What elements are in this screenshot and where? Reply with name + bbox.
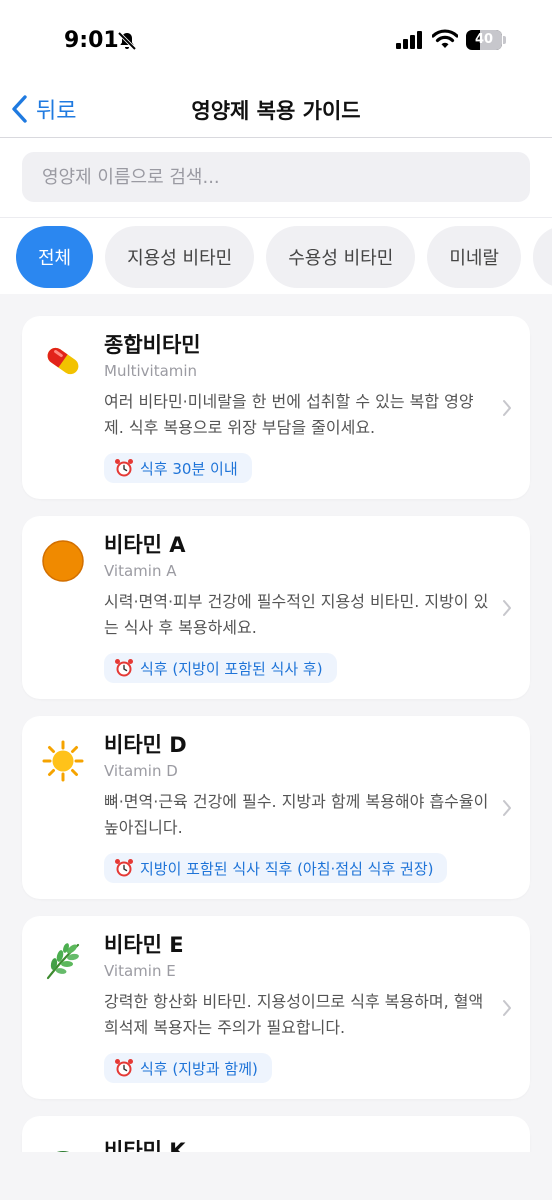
card-title: 비타민 D xyxy=(104,733,187,757)
alarm-clock-icon xyxy=(115,859,133,877)
alarm-clock-icon xyxy=(115,459,133,477)
card-title: 종합비타민 xyxy=(104,333,201,357)
battery-body: 40 xyxy=(466,30,502,50)
alarm-clock-icon xyxy=(115,1059,133,1077)
supplement-card-multivitamin[interactable]: 종합비타민 Multivitamin 여러 비타민·미네랄을 한 번에 섭취할 … xyxy=(22,316,530,499)
wifi-icon xyxy=(432,29,458,48)
timing-text: 식후 30분 이내 xyxy=(140,459,238,478)
status-time: 9:01 xyxy=(64,28,119,53)
supplement-card-vitamin-a[interactable]: 비타민 A Vitamin A 시력·면역·피부 건강에 필수적인 지용성 비타… xyxy=(22,516,530,699)
bell-slash-icon xyxy=(117,31,137,51)
card-description: 시력·면역·피부 건강에 필수적인 지용성 비타민. 지방이 있는 식사 후 복… xyxy=(104,592,489,637)
alarm-clock-icon xyxy=(115,659,133,677)
herb-icon xyxy=(42,940,84,982)
card-title: 비타민 A xyxy=(104,533,186,557)
supplement-card-vitamin-d[interactable]: 비타민 D Vitamin D 뼈·면역·근육 건강에 필수. 지방과 함께 복… xyxy=(22,716,530,899)
search-input[interactable] xyxy=(22,152,530,202)
search-section xyxy=(0,138,552,218)
timing-badge: 식후 (지방이 포함된 식사 후) xyxy=(104,653,337,683)
navigation-bar: 뒤로 영양제 복용 가이드 xyxy=(0,80,552,138)
card-description: 여러 비타민·미네랄을 한 번에 섭취할 수 있는 복합 영양제. 식후 복용으… xyxy=(104,392,474,437)
chevron-right-icon xyxy=(503,599,511,616)
chip-all[interactable]: 전체 xyxy=(16,226,94,288)
supplement-list: 종합비타민 Multivitamin 여러 비타민·미네랄을 한 번에 섭취할 … xyxy=(0,294,552,1176)
chip-water-soluble[interactable]: 수용성 비타민 xyxy=(266,226,416,288)
card-title: 비타민 E xyxy=(104,933,184,957)
card-subtitle: Multivitamin xyxy=(104,362,198,380)
chip-more[interactable]: 오 xyxy=(533,226,552,288)
category-filter: 전체 지용성 비타민 수용성 비타민 미네랄 오 xyxy=(0,218,552,294)
supplement-card-vitamin-e[interactable]: 비타민 E Vitamin E 강력한 항산화 비타민. 지용성이므로 식후 복… xyxy=(22,916,530,1099)
timing-text: 지방이 포함된 식사 직후 (아침·점심 식후 권장) xyxy=(140,859,434,878)
timing-text: 식후 (지방이 포함된 식사 후) xyxy=(140,659,323,678)
sun-icon xyxy=(42,740,84,782)
battery-percent: 40 xyxy=(474,32,494,47)
chevron-left-icon xyxy=(12,95,27,123)
chip-fat-soluble[interactable]: 지용성 비타민 xyxy=(105,226,255,288)
card-subtitle: Vitamin E xyxy=(104,962,176,980)
card-subtitle: Vitamin D xyxy=(104,762,178,780)
timing-badge: 지방이 포함된 식사 직후 (아침·점심 식후 권장) xyxy=(104,853,448,883)
battery-tip xyxy=(503,36,506,44)
status-bar: 9:01 40 xyxy=(0,0,552,80)
chevron-right-icon xyxy=(503,999,511,1016)
orange-circle-icon xyxy=(42,540,84,582)
timing-badge: 식후 (지방과 함께) xyxy=(104,1053,272,1083)
pill-icon xyxy=(42,340,84,382)
card-subtitle: Vitamin A xyxy=(104,562,177,580)
page-title: 영양제 복용 가이드 xyxy=(191,99,361,123)
back-label: 뒤로 xyxy=(36,99,77,124)
card-description: 강력한 항산화 비타민. 지용성이므로 식후 복용하며, 혈액희석제 복용자는 … xyxy=(104,992,484,1037)
timing-badge: 식후 30분 이내 xyxy=(104,453,252,483)
timing-text: 식후 (지방과 함께) xyxy=(140,1059,258,1078)
card-description: 뼈·면역·근육 건강에 필수. 지방과 함께 복용해야 흡수율이 높아집니다. xyxy=(104,792,489,837)
home-indicator-area xyxy=(0,1152,552,1200)
chevron-right-icon xyxy=(503,399,511,416)
battery-indicator: 40 xyxy=(466,30,506,50)
chevron-right-icon xyxy=(503,799,511,816)
back-button[interactable]: 뒤로 xyxy=(10,92,76,126)
cellular-signal-icon xyxy=(396,31,422,49)
chip-mineral[interactable]: 미네랄 xyxy=(427,226,521,288)
